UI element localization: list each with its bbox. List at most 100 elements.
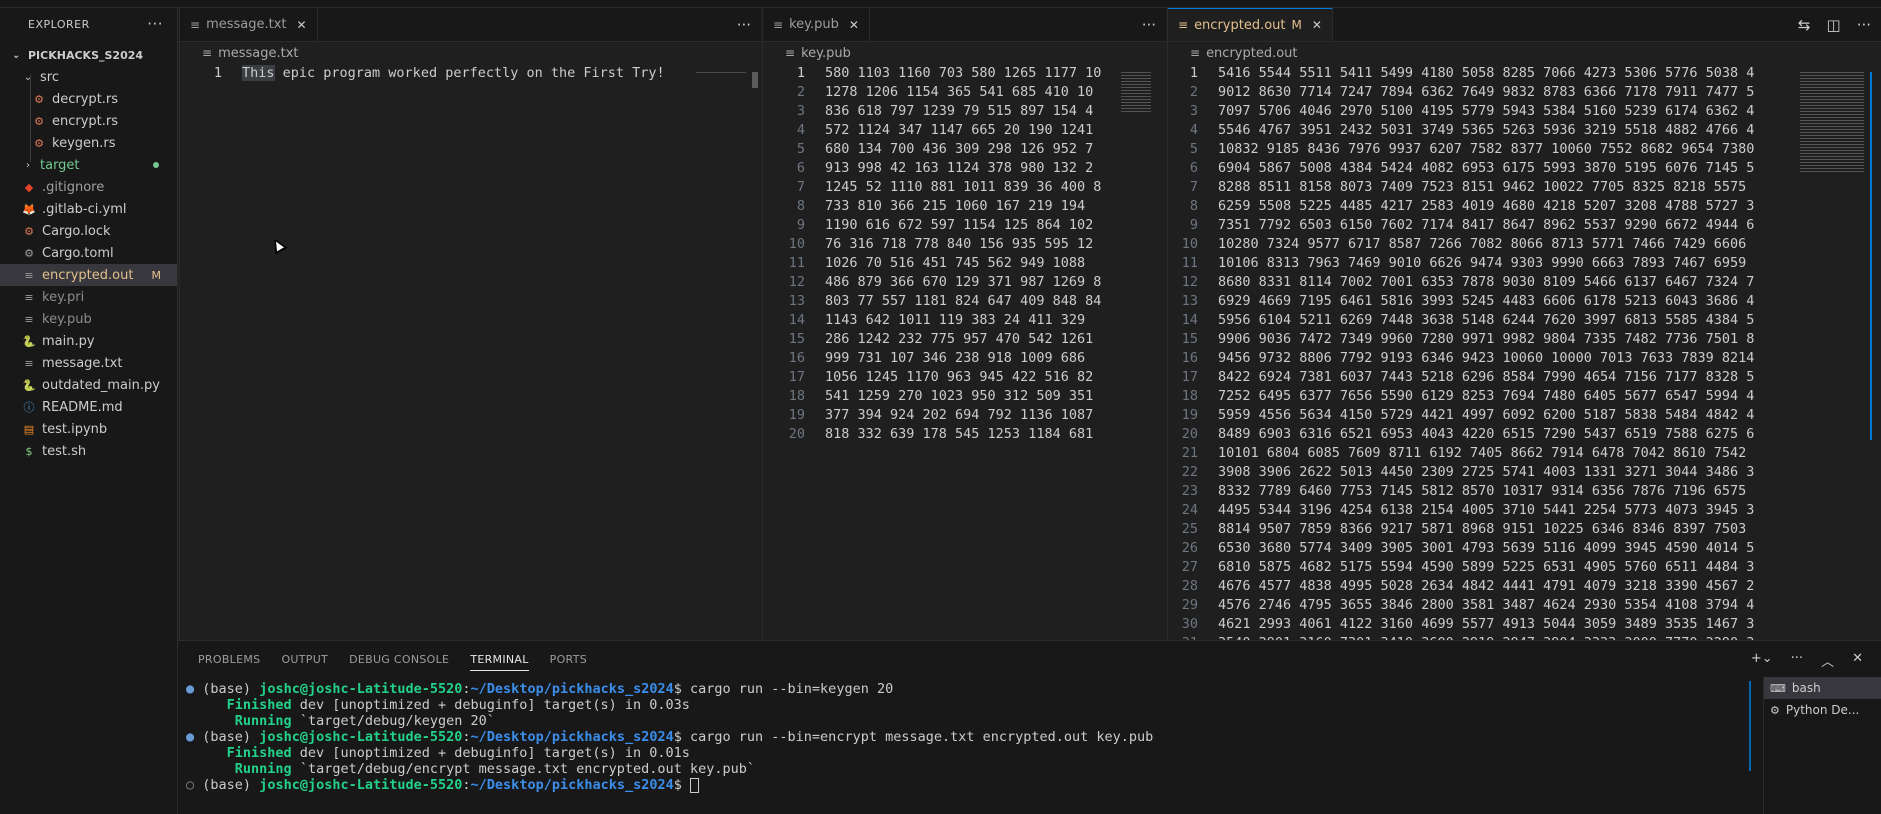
tree-item-label: key.pub	[42, 311, 92, 327]
breadcrumb[interactable]: ≡ key.pub	[763, 42, 1166, 64]
tree-item-encrypted-out[interactable]: ≡ encrypted.out M	[0, 264, 177, 286]
code-line: 20 818 332 639 178 545 1253 1184 681	[763, 425, 1166, 444]
line-text: 377 394 924 202 694 792 1136 1087	[825, 407, 1094, 423]
line-text: 541 1259 270 1023 950 312 509 351	[825, 388, 1094, 404]
line-text: 1056 1245 1170 963 945 422 516 82	[825, 369, 1094, 385]
code-editor[interactable]: 1 This epic program worked perfectly on t…	[180, 64, 761, 83]
tab-message-txt[interactable]: ≡ message.txt ✕	[180, 8, 318, 41]
breadcrumb[interactable]: ≡ encrypted.out	[1168, 42, 1881, 64]
tree-item-gitlab-ci-yml[interactable]: 🦊 .gitlab-ci.yml	[0, 198, 177, 220]
maximize-panel-icon[interactable]: ︿	[1821, 651, 1834, 670]
terminal-scroll-indicator[interactable]	[1749, 681, 1751, 771]
close-icon[interactable]: ✕	[849, 18, 859, 32]
line-text: 286 1242 232 775 957 470 542 1261	[825, 331, 1094, 347]
line-number: 21	[1181, 445, 1198, 461]
code-line: 6 6904 5867 5008 4384 5424 4082 6953 6175…	[1168, 159, 1881, 178]
compare-changes-icon[interactable]: ⇆	[1798, 16, 1811, 34]
rust-file-icon: ⚙	[34, 114, 44, 128]
code-line: 3 7097 5706 4046 2970 5100 4195 5779 5943…	[1168, 102, 1881, 121]
more-actions-icon[interactable]: ···	[1857, 16, 1871, 34]
code-line: 17 8422 6924 7381 6037 7443 5218 6296 858…	[1168, 368, 1881, 387]
code-line: 19 377 394 924 202 694 792 1136 1087	[763, 406, 1166, 425]
line-number: 19	[1181, 407, 1198, 423]
line-number: 6	[796, 160, 805, 176]
close-icon[interactable]: ✕	[297, 18, 307, 32]
panel-tabs: PROBLEMS OUTPUT DEBUG CONSOLE TERMINAL PORTS	[178, 641, 1881, 677]
code-line: 22 3908 3906 2622 5013 4450 2309 2725 574…	[1168, 463, 1881, 482]
scrollbar-thumb[interactable]	[752, 72, 758, 88]
line-text: 8288 8511 8158 8073 7409 7523 8151 9462 …	[1218, 179, 1747, 195]
terminal-line: ○ (base) joshc@joshc-Latitude-5520:~/Des…	[186, 777, 1726, 793]
code-line: 27 6810 5875 4682 5175 5594 4590 5899 522…	[1168, 558, 1881, 577]
code-line: 11 1026 70 516 451 745 562 949 1088	[763, 254, 1166, 273]
terminal-line: ● (base) joshc@joshc-Latitude-5520:~/Des…	[186, 729, 1154, 745]
panel-tab-output[interactable]: OUTPUT	[281, 653, 328, 666]
line-text: 7252 6495 6377 7656 5590 6129 8253 7694 …	[1218, 388, 1755, 404]
scrollbar-indicator[interactable]	[1870, 72, 1872, 440]
tree-item-cargo-lock[interactable]: ⚙ Cargo.lock	[0, 220, 177, 242]
tree-item-src[interactable]: ⌄ src	[0, 66, 177, 88]
minimap[interactable]	[1121, 72, 1153, 112]
panel-tab-ports[interactable]: PORTS	[550, 653, 587, 666]
code-line: 5 10832 9185 8436 7976 9937 6207 7582 837…	[1168, 140, 1881, 159]
workspace-root-folder[interactable]: ⌄ PICKHACKS_S2024	[0, 44, 177, 66]
tree-item-label: key.pri	[42, 289, 85, 305]
code-line: 19 5959 4556 5634 4150 5729 4421 4997 609…	[1168, 406, 1881, 425]
tree-item-readme-md[interactable]: ⓘ README.md	[0, 396, 177, 418]
more-actions-icon[interactable]: ···	[737, 16, 751, 34]
tree-item-outdated-main-py[interactable]: 🐍 outdated_main.py	[0, 374, 177, 396]
tab-encrypted-out[interactable]: ≡ encrypted.out M ✕	[1168, 8, 1333, 41]
tree-item-test-ipynb[interactable]: ▤ test.ipynb	[0, 418, 177, 440]
code-line: 3 836 618 797 1239 79 515 897 154 4	[763, 102, 1166, 121]
line-number: 16	[788, 350, 805, 366]
code-line: 9 7351 7792 6503 6150 7602 7174 8417 8647…	[1168, 216, 1881, 235]
more-actions-icon[interactable]: ···	[1142, 16, 1156, 34]
line-text: 5416 5544 5511 5411 5499 4180 5058 8285 …	[1218, 65, 1755, 81]
tree-item-main-py[interactable]: 🐍 main.py	[0, 330, 177, 352]
tree-item-key-pri[interactable]: ≡ key.pri	[0, 286, 177, 308]
panel-tab-debug-console[interactable]: DEBUG CONSOLE	[349, 653, 449, 666]
code-editor[interactable]: 1 5416 5544 5511 5411 5499 4180 5058 8285…	[1168, 64, 1881, 640]
file-lines-icon: ≡	[24, 312, 34, 326]
line-number: 17	[1181, 369, 1198, 385]
terminal-item-python[interactable]: ⚙ Python De...	[1764, 699, 1881, 721]
explorer-more-icon[interactable]: ···	[147, 15, 163, 33]
tree-item-test-sh[interactable]: $ test.sh	[0, 440, 177, 462]
line-number: 8	[1189, 198, 1198, 214]
more-actions-icon[interactable]: ···	[1791, 651, 1803, 670]
panel-tab-problems[interactable]: PROBLEMS	[198, 653, 260, 666]
tree-item-encrypt-rs[interactable]: ⚙ encrypt.rs	[0, 110, 177, 132]
line-number: 29	[1181, 597, 1198, 613]
split-editor-icon[interactable]: ◫	[1827, 16, 1841, 34]
code-line: 21 10101 6804 6085 7609 8711 6192 7405 86…	[1168, 444, 1881, 463]
tree-item-cargo-toml[interactable]: ⚙ Cargo.toml	[0, 242, 177, 264]
terminal-item-label: bash	[1791, 681, 1821, 695]
line-text: 6530 3680 5774 3409 3905 3001 4793 5639 …	[1218, 540, 1755, 556]
code-editor[interactable]: 1 580 1103 1160 703 580 1265 1177 10 2 1278…	[763, 64, 1166, 444]
line-text: 1190 616 672 597 1154 125 864 102	[825, 217, 1094, 233]
breadcrumb[interactable]: ≡ message.txt	[180, 42, 761, 64]
terminal-item-bash[interactable]: ⌨ bash	[1764, 677, 1881, 699]
tab-key-pub[interactable]: ≡ key.pub ✕	[763, 8, 870, 41]
tree-item-decrypt-rs[interactable]: ⚙ decrypt.rs	[0, 88, 177, 110]
tree-item-key-pub[interactable]: ≡ key.pub	[0, 308, 177, 330]
minimap[interactable]	[1800, 72, 1866, 174]
tree-item-gitignore[interactable]: ◆ .gitignore	[0, 176, 177, 198]
close-panel-icon[interactable]: ✕	[1852, 651, 1863, 670]
tree-item-target[interactable]: › target	[0, 154, 177, 176]
panel-tab-terminal[interactable]: TERMINAL	[470, 653, 529, 671]
rust-file-icon: ⚙	[24, 224, 34, 238]
minimap[interactable]	[696, 72, 748, 74]
line-text: 10101 6804 6085 7609 8711 6192 7405 8662…	[1218, 445, 1747, 461]
line-number: 15	[788, 331, 805, 347]
line-text: 1278 1206 1154 365 541 685 410 10	[825, 84, 1094, 100]
close-icon[interactable]: ✕	[1312, 18, 1322, 32]
code-line: 17 1056 1245 1170 963 945 422 516 82	[763, 368, 1166, 387]
terminal-output[interactable]: ● (base) joshc@joshc-Latitude-5520:~/Des…	[186, 681, 1726, 793]
notebook-icon: ▤	[23, 422, 35, 436]
new-terminal-icon[interactable]: +⌄	[1751, 651, 1773, 670]
command-success-icon: ●	[186, 729, 195, 745]
tree-item-keygen-rs[interactable]: ⚙ keygen.rs	[0, 132, 177, 154]
tree-item-message-txt[interactable]: ≡ message.txt	[0, 352, 177, 374]
line-text: 680 134 700 436 309 298 126 952 7	[825, 141, 1094, 157]
